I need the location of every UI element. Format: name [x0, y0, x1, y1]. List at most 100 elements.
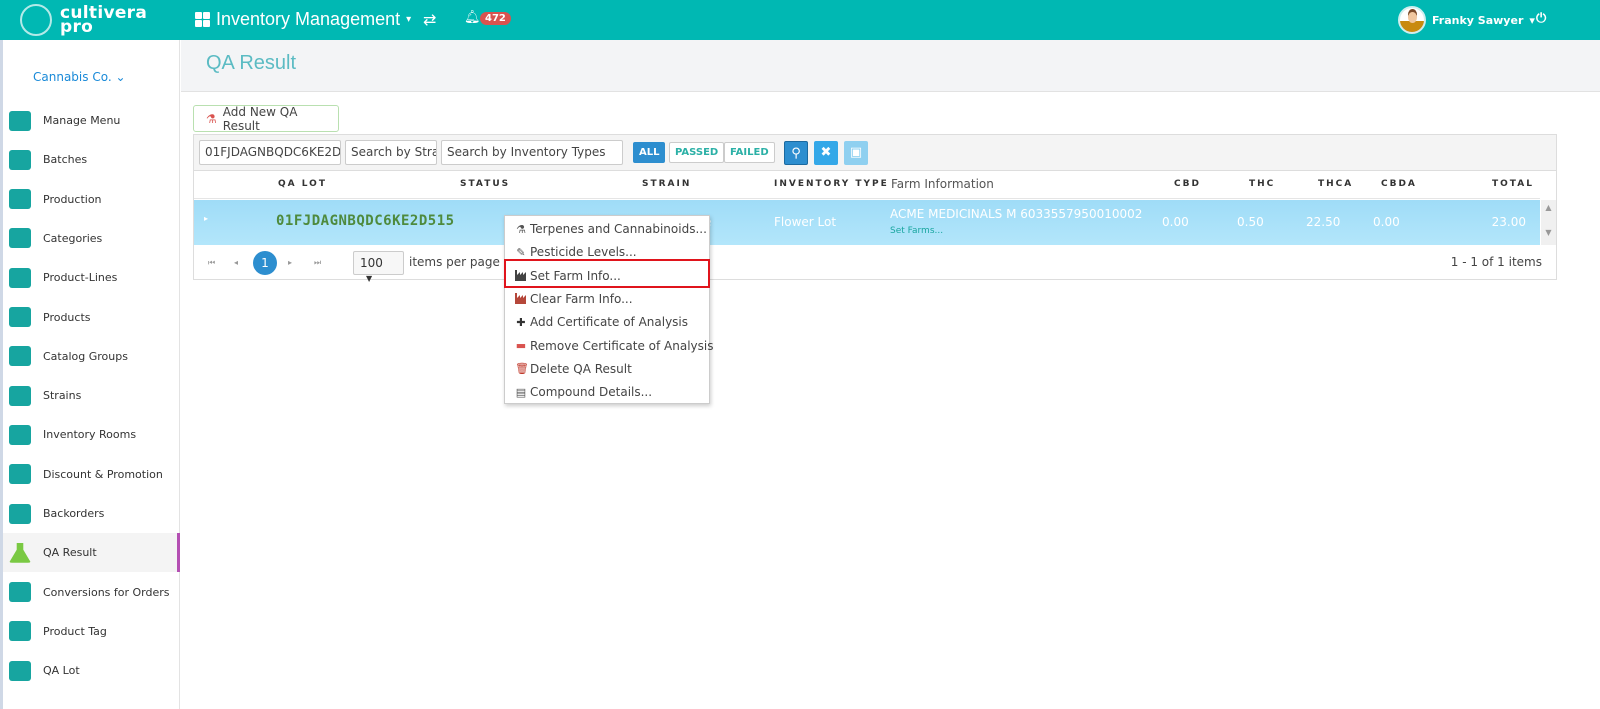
add-button-label: Add New QA Result — [222, 104, 298, 133]
caret-down-icon: ▾ — [1529, 13, 1535, 27]
trash-icon: 🗑︎ — [515, 362, 529, 376]
pager-summary: 1 - 1 of 1 items — [1450, 255, 1542, 269]
sidebar-item-product-tag[interactable]: Product Tag — [3, 612, 180, 651]
prev-page-icon[interactable]: ◂ — [234, 258, 238, 267]
next-page-icon[interactable]: ▸ — [288, 258, 292, 267]
table-header: QA LOT STATUS STRAIN INVENTORY TYPE Farm… — [194, 172, 1540, 199]
qa-lot-cell[interactable]: 01FJDAGNBQDC6KE2D515 — [276, 213, 455, 229]
sidebar-item-label: Product-Lines — [43, 271, 118, 285]
strain-search-input[interactable]: Search by Strain — [345, 140, 437, 165]
notification-badge[interactable]: 472 — [480, 12, 511, 25]
sidebar-item-label: Categories — [43, 231, 103, 245]
sidebar-item-qa-result[interactable]: QA Result — [3, 533, 180, 573]
bell-icon[interactable]: 🔔︎ — [464, 10, 481, 25]
sidebar-item-products[interactable]: Products — [3, 298, 180, 337]
rooms-icon — [9, 424, 31, 445]
first-page-icon[interactable]: ⏮ — [208, 258, 215, 268]
qa-grid: 01FJDAGNBQDC6KE2D5 Search by Strain Sear… — [193, 134, 1557, 283]
tag-icon — [9, 621, 31, 642]
chevron-down-icon: ⌄ — [115, 70, 126, 84]
context-menu: ⚗ Terpenes and Cannabinoids... ✎ Pesticide … — [504, 215, 714, 404]
sidebar-item-categories[interactable]: Categories — [3, 219, 180, 258]
logo-icon — [20, 4, 52, 36]
filter-all-button[interactable]: ALL — [633, 142, 666, 163]
menu-item-add-certificate-of-analysis[interactable]: ✚ Add Certificate of Analysis — [515, 315, 688, 329]
swap-icon[interactable]: ⇄ — [423, 10, 436, 29]
header-strain[interactable]: STRAIN — [642, 179, 691, 189]
recycle-icon — [9, 582, 31, 603]
sidebar-item-batches[interactable]: Batches — [3, 140, 180, 179]
flask-icon — [9, 542, 31, 563]
sidebar-item-strains[interactable]: Strains — [3, 376, 180, 415]
search-button[interactable]: ⚲ — [784, 141, 808, 165]
sidebar-item-label: Conversions for Orders — [43, 585, 170, 599]
sidebar-item-label: Production — [43, 192, 102, 206]
header-qa-lot[interactable]: QA LOT — [278, 179, 327, 189]
menu-item-compound-details[interactable]: ▤ Compound Details... — [515, 385, 652, 399]
header-thca[interactable]: THCA — [1318, 179, 1353, 189]
expand-row-icon[interactable]: ▸ — [204, 214, 208, 223]
header-thc[interactable]: THC — [1249, 179, 1275, 189]
header-cbda[interactable]: CBDA — [1381, 179, 1417, 189]
sidebar-item-catalog-groups[interactable]: Catalog Groups — [3, 337, 180, 376]
vertical-scrollbar[interactable]: ▲ ▼ — [1541, 200, 1556, 245]
table-row[interactable]: ▸ 01FJDAGNBQDC6KE2D515 e Flower Lot ACME… — [194, 200, 1540, 245]
sidebar-item-label: QA Lot — [43, 664, 80, 678]
qa-lot-search-input[interactable]: 01FJDAGNBQDC6KE2D5 — [199, 140, 341, 165]
logo[interactable]: cultivera pro — [20, 4, 147, 36]
flask-icon: ⚗ — [206, 111, 217, 126]
header-total[interactable]: TOTAL — [1492, 179, 1534, 189]
filter-failed-button[interactable]: FAILED — [724, 142, 775, 163]
sidebar-item-product-lines[interactable]: Product-Lines — [3, 258, 180, 297]
farm-info-cell: ACME MEDICINALS M 6033557950010002 — [890, 207, 1143, 221]
menu-item-label: Clear Farm Info... — [530, 291, 633, 306]
sidebar-item-discount-promotion[interactable]: Discount & Promotion — [3, 455, 180, 494]
header-status[interactable]: STATUS — [460, 179, 510, 189]
menu-item-pesticide-levels[interactable]: ✎ Pesticide Levels... — [515, 245, 637, 260]
module-label: Inventory Management — [216, 9, 401, 29]
clear-button[interactable]: ✖ — [814, 141, 838, 165]
minus-icon: ▬ — [515, 339, 527, 352]
module-switcher[interactable]: Inventory Management ▾ — [195, 9, 411, 30]
header-cbd[interactable]: CBD — [1174, 179, 1201, 189]
inventory-type-search-input[interactable]: Search by Inventory Types — [441, 140, 623, 165]
current-page-button[interactable]: 1 — [253, 251, 277, 275]
menu-item-label: Delete QA Result — [530, 361, 632, 376]
items-per-page-label: items per page — [409, 255, 500, 269]
sidebar-item-production[interactable]: Production — [3, 180, 180, 219]
menu-item-label: Pesticide Levels... — [530, 245, 637, 260]
menu-item-terpenes-and-cannabinoids[interactable]: ⚗ Terpenes and Cannabinoids... — [515, 222, 707, 236]
sidebar-item-label: Product Tag — [43, 624, 107, 638]
menu-item-clear-farm-info[interactable]: Clear Farm Info... — [515, 292, 633, 306]
company-selector[interactable]: Cannabis Co. ⌄ — [33, 70, 126, 84]
user-menu[interactable]: Franky Sawyer ▾ — [1398, 6, 1535, 34]
sidebar-item-inventory-rooms[interactable]: Inventory Rooms — [3, 415, 180, 454]
header-inventory-type[interactable]: INVENTORY TYPE — [774, 179, 889, 189]
menu-item-label: Remove Certificate of Analysis — [530, 338, 714, 353]
grid-icon — [195, 12, 210, 27]
filter-passed-button[interactable]: PASSED — [669, 142, 725, 163]
sidebar-item-backorders[interactable]: Backorders — [3, 494, 180, 533]
sidebar-item-label: Products — [43, 310, 91, 324]
last-page-icon[interactable]: ⏭ — [314, 258, 321, 268]
sidebar-item-conversions-for-orders[interactable]: Conversions for Orders — [3, 573, 180, 612]
menu-item-delete-qa-result[interactable]: 🗑︎ Delete QA Result — [515, 362, 632, 376]
total-cell: 23.00 — [1491, 215, 1526, 229]
sidebar-item-manage-menu[interactable]: Manage Menu — [3, 101, 180, 140]
filter-toolbar: 01FJDAGNBQDC6KE2D5 Search by Strain Sear… — [194, 135, 1556, 171]
set-farms-link[interactable]: Set Farms... — [890, 226, 943, 236]
page-header: QA Result — [181, 40, 1600, 92]
page-size-value: 100 — [360, 256, 383, 270]
add-qa-result-button[interactable]: ⚗ Add New QA Result — [193, 104, 339, 133]
save-button[interactable]: ▣ — [844, 141, 868, 165]
header-farm-information[interactable]: Farm Information — [891, 177, 994, 191]
industry-icon — [515, 293, 527, 305]
table-icon — [9, 228, 31, 249]
power-icon[interactable]: ⏻ — [1536, 11, 1546, 26]
caret-down-icon: ▾ — [406, 14, 412, 25]
menu-item-remove-certificate-of-analysis[interactable]: ▬ Remove Certificate of Analysis — [515, 338, 714, 353]
list-icon — [9, 149, 31, 170]
page-size-select[interactable]: 100 ▼ — [353, 251, 404, 283]
search-icon: ⚲ — [791, 146, 801, 161]
sidebar-item-qa-lot[interactable]: QA Lot — [3, 651, 180, 690]
